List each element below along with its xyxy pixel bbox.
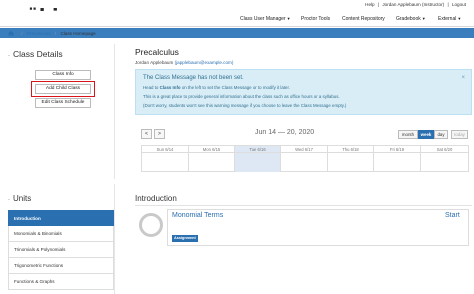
progress-ring-icon — [139, 213, 163, 237]
calendar-day-header: Thu 6/18 — [328, 146, 373, 153]
week-calendar: Sun 6/14 Mon 6/15 Tue 6/16 Wed 6/17 Thu … — [141, 145, 469, 172]
breadcrumb-separator: / — [21, 31, 23, 36]
calendar-prev-button[interactable]: < — [141, 129, 152, 139]
breadcrumb: / Precalculus / Class Homepage — [8, 31, 96, 36]
teacher-name: Jordan Applebaum — [135, 60, 174, 65]
calendar-day-header: Fri 6/19 — [374, 146, 420, 153]
class-details-panel — [3, 44, 115, 179]
calendar-next-button[interactable]: > — [154, 129, 165, 139]
calendar-day-column[interactable]: Mon 6/15 — [189, 146, 235, 172]
unit-item-functions-graphs[interactable]: Functions & Graphs — [8, 274, 114, 290]
unit-item-trigonometric-functions[interactable]: Trigonometric Functions — [8, 258, 114, 274]
nav-gradebook[interactable]: Gradebook▼ — [396, 16, 426, 22]
calendar-day-header: Sun 6/14 — [142, 146, 188, 153]
course-title: Precalculus — [135, 47, 179, 57]
help-link[interactable]: Help — [364, 2, 375, 7]
class-details-title[interactable]: - Class Details — [8, 49, 63, 59]
calendar-day-column[interactable]: Sun 6/14 — [142, 146, 189, 172]
logout-link[interactable]: Logout — [451, 2, 467, 7]
calendar-range: Jun 14 — 20, 2020 — [255, 129, 315, 136]
class-message-alert: The Class Message has not been set. × He… — [135, 69, 472, 115]
alert-line-3: (Don't worry, students won't see this wa… — [143, 103, 347, 108]
unit-item-introduction[interactable]: Introduction — [8, 210, 114, 226]
user-separator: | — [447, 2, 449, 7]
collapse-icon: - — [8, 53, 10, 59]
module-start-link[interactable]: Start — [445, 212, 460, 219]
calendar-day-column-today[interactable]: Tue 6/16 — [235, 146, 281, 172]
alert-heading: The Class Message has not been set. — [143, 75, 244, 81]
nav-class-user-manager[interactable]: Class User Manager▼ — [240, 16, 291, 22]
edit-class-schedule-button[interactable]: Edit Class Schedule — [35, 98, 91, 108]
collapse-icon: - — [8, 197, 10, 203]
nav-proctor-tools[interactable]: Proctor Tools — [301, 16, 330, 22]
assignment-badge: Assignment — [172, 235, 198, 242]
highlight-annotation-box — [31, 81, 95, 97]
user-separator: | — [377, 2, 380, 7]
class-info-button[interactable]: Class Info — [35, 70, 91, 80]
teacher-email[interactable]: (japplebaum@example.com) — [175, 60, 234, 65]
unit-item-trinomials-polynomials[interactable]: Trinomials & Polynomials — [8, 242, 114, 258]
calendar-day-column[interactable]: Wed 6/17 — [281, 146, 328, 172]
home-icon[interactable] — [8, 31, 15, 36]
class-info-reference: Class Info — [159, 85, 181, 90]
nav-content-repository[interactable]: Content Repository — [342, 16, 385, 22]
teacher-info: Jordan Applebaum (japplebaum@example.com… — [135, 60, 233, 65]
introduction-title: Introduction — [135, 194, 177, 203]
user-menu: Help | Jordan Applebaum (Instructor) | L… — [364, 2, 467, 7]
alert-line-2: This is a great place to provide general… — [143, 94, 340, 99]
calendar-day-column[interactable]: Thu 6/18 — [328, 146, 374, 172]
user-name[interactable]: Jordan Applebaum (Instructor) — [381, 2, 445, 7]
view-day-button[interactable]: day — [434, 130, 448, 139]
calendar-day-header: Tue 6/16 — [235, 146, 280, 153]
breadcrumb-precalculus[interactable]: Precalculus — [27, 31, 51, 36]
calendar-day-header: Sat 6/20 — [421, 146, 468, 153]
unit-item-monomials-binomials[interactable]: Monomials & Binomials — [8, 226, 114, 242]
nav-external[interactable]: External▼ — [438, 16, 461, 22]
caret-down-icon: ▼ — [421, 16, 426, 21]
calendar-day-column[interactable]: Sat 6/20 — [421, 146, 468, 172]
main-nav: Class User Manager▼ Proctor Tools Conten… — [0, 11, 474, 27]
view-today-button[interactable]: today — [451, 130, 468, 139]
view-week-button[interactable]: week — [418, 130, 434, 139]
view-month-button[interactable]: month — [398, 130, 418, 139]
caret-down-icon: ▼ — [457, 16, 462, 21]
calendar-day-header: Wed 6/17 — [281, 146, 327, 153]
units-title[interactable]: - Units — [8, 194, 31, 203]
caret-down-icon: ▼ — [286, 16, 291, 21]
calendar-day-header: Mon 6/15 — [189, 146, 234, 153]
module-title-link[interactable]: Monomial Terms — [172, 212, 223, 219]
divider — [135, 205, 472, 206]
breadcrumb-separator: / — [54, 31, 57, 36]
calendar-day-column[interactable]: Fri 6/19 — [374, 146, 421, 172]
close-icon[interactable]: × — [461, 75, 465, 81]
breadcrumb-class-homepage: Class Homepage — [60, 31, 96, 36]
alert-line-1: Head to Class Info on the left to set th… — [143, 85, 290, 90]
